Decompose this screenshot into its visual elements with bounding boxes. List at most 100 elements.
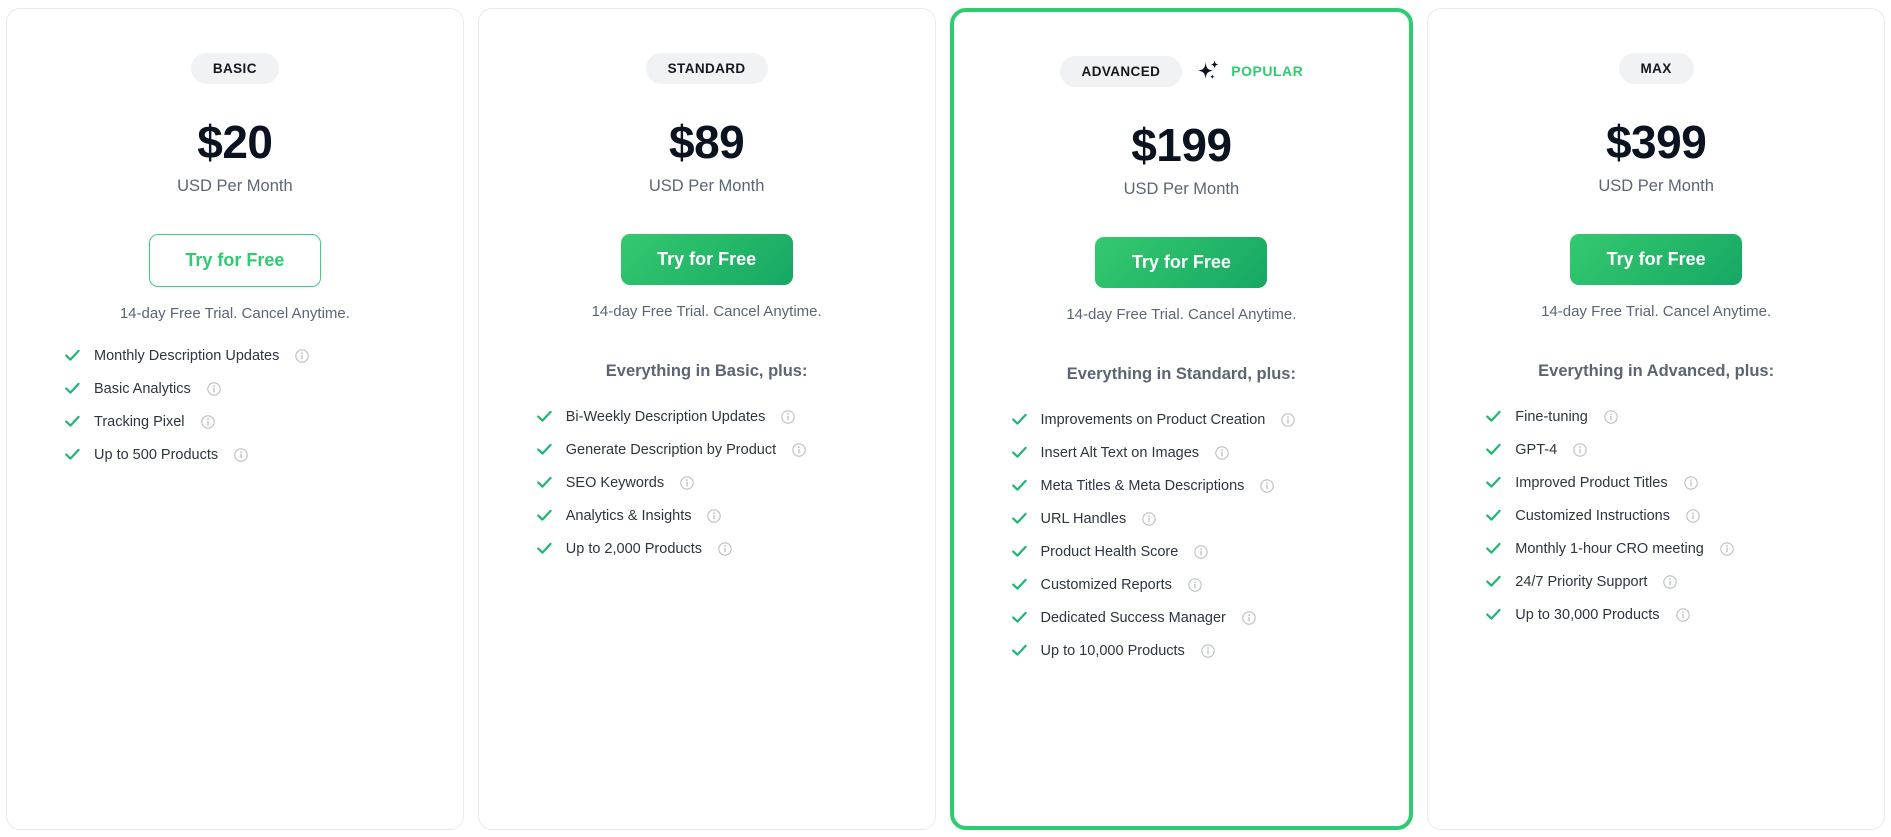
- info-icon[interactable]: [1675, 607, 1690, 622]
- feature-label: Up to 30,000 Products: [1515, 606, 1660, 623]
- feature-label: Up to 500 Products: [94, 446, 219, 463]
- feature-item: Customized Reports: [1010, 575, 1384, 594]
- info-icon[interactable]: [206, 381, 221, 396]
- check-icon: [1011, 545, 1027, 557]
- info-icon[interactable]: [781, 409, 796, 424]
- feature-item: Insert Alt Text on Images: [1010, 443, 1384, 462]
- tier-badge: BASIC: [190, 52, 279, 84]
- check-icon: [1486, 608, 1501, 620]
- feature-label: URL Handles: [1040, 510, 1127, 527]
- feature-label: SEO Keywords: [565, 474, 665, 491]
- feature-item: Customized Instructions: [1484, 506, 1858, 525]
- check-icon: [536, 542, 552, 554]
- check-icon: [1486, 410, 1501, 422]
- info-icon[interactable]: [1142, 511, 1156, 526]
- feature-item: Improved Product Titles: [1484, 473, 1858, 492]
- info-icon[interactable]: [234, 447, 248, 462]
- plan-price: $89: [669, 116, 745, 168]
- feature-label: Improved Product Titles: [1515, 474, 1668, 491]
- feature-label: Basic Analytics: [94, 380, 191, 397]
- info-icon[interactable]: [792, 442, 806, 457]
- info-icon[interactable]: [1663, 574, 1678, 589]
- feature-item: Up to 10,000 Products: [1010, 641, 1384, 660]
- check-icon: [1486, 542, 1501, 554]
- info-icon[interactable]: [1201, 643, 1215, 658]
- check-icon: [536, 443, 552, 455]
- feature-item: 24/7 Priority Support: [1484, 572, 1858, 591]
- try-for-free-button[interactable]: Try for Free: [1095, 237, 1268, 288]
- plan-card-standard: STANDARD $89 USD Per Month Try for Free 14-d…: [477, 8, 936, 830]
- plan-card-max: MAX $399 USD Per Month Try for Free 14-day F…: [1427, 8, 1885, 830]
- tier-badge: ADVANCED: [1059, 55, 1183, 87]
- feature-item: Basic Analytics: [63, 379, 437, 398]
- check-icon: [65, 382, 80, 394]
- info-icon[interactable]: [1260, 478, 1275, 493]
- plan-badge-row: BASIC: [33, 51, 437, 85]
- feature-item: Tracking Pixel: [63, 412, 437, 431]
- info-icon[interactable]: [1242, 610, 1256, 625]
- feature-item: GPT-4: [1484, 440, 1858, 459]
- check-icon: [1486, 575, 1501, 587]
- check-icon: [65, 349, 80, 361]
- feature-list: Improvements on Product Creation Insert A…: [980, 410, 1384, 660]
- feature-label: Meta Titles & Meta Descriptions: [1040, 477, 1245, 494]
- trial-note: 14-day Free Trial. Cancel Anytime.: [119, 305, 350, 322]
- info-icon[interactable]: [1188, 577, 1202, 592]
- info-icon[interactable]: [1573, 442, 1587, 457]
- plan-price-period: USD Per Month: [648, 177, 765, 195]
- feature-list: Fine-tuning GPT-4 Improved Product Titles C…: [1454, 407, 1858, 624]
- check-icon: [536, 509, 552, 521]
- try-for-free-button[interactable]: Try for Free: [620, 234, 793, 285]
- info-icon[interactable]: [1686, 508, 1700, 523]
- feature-item: SEO Keywords: [535, 473, 909, 492]
- trial-note: 14-day Free Trial. Cancel Anytime.: [1541, 303, 1772, 320]
- info-icon[interactable]: [718, 541, 732, 556]
- plan-card-advanced: ADVANCED POPULAR $199 USD Per Month Try for …: [949, 8, 1414, 830]
- tier-badge: STANDARD: [645, 52, 768, 84]
- feature-item: URL Handles: [1010, 509, 1384, 528]
- feature-item: Monthly Description Updates: [63, 346, 437, 365]
- feature-item: Analytics & Insights: [535, 506, 909, 525]
- everything-in-previous-line: Everything in Advanced, plus:: [1538, 362, 1775, 380]
- check-icon: [65, 448, 80, 460]
- feature-item: Fine-tuning: [1484, 407, 1858, 426]
- plan-price-period: USD Per Month: [177, 177, 293, 195]
- feature-label: Customized Reports: [1040, 576, 1172, 593]
- feature-label: Dedicated Success Manager: [1040, 609, 1226, 626]
- plan-price: $199: [1131, 119, 1232, 171]
- everything-in-previous-line: Everything in Standard, plus:: [1066, 365, 1296, 383]
- check-icon: [536, 410, 552, 422]
- info-icon[interactable]: [1604, 409, 1618, 424]
- feature-item: Product Health Score: [1010, 542, 1384, 561]
- feature-label: Improvements on Product Creation: [1040, 411, 1266, 428]
- try-for-free-button[interactable]: Try for Free: [1570, 234, 1743, 285]
- info-icon[interactable]: [1194, 544, 1209, 559]
- info-icon[interactable]: [295, 348, 310, 363]
- feature-label: Monthly 1-hour CRO meeting: [1515, 540, 1704, 557]
- info-icon[interactable]: [200, 414, 215, 429]
- feature-label: Customized Instructions: [1515, 507, 1670, 524]
- try-for-free-button[interactable]: Try for Free: [148, 234, 321, 287]
- plan-price: $399: [1605, 116, 1707, 168]
- plan-price-period: USD Per Month: [1123, 180, 1240, 198]
- check-icon: [1486, 476, 1501, 488]
- info-icon[interactable]: [707, 508, 722, 523]
- feature-label: Generate Description by Product: [565, 441, 777, 458]
- pricing-plans-grid: BASIC $20 USD Per Month Try for Free 14-day …: [0, 0, 1891, 837]
- feature-list: Monthly Description Updates Basic Analyti…: [33, 346, 437, 464]
- feature-label: Up to 10,000 Products: [1040, 642, 1185, 659]
- everything-in-previous-line: Everything in Basic, plus:: [605, 362, 808, 380]
- check-icon: [1011, 578, 1027, 590]
- feature-item: Bi-Weekly Description Updates: [535, 407, 909, 426]
- feature-item: Meta Titles & Meta Descriptions: [1010, 476, 1384, 495]
- info-icon[interactable]: [1215, 445, 1229, 460]
- info-icon[interactable]: [680, 475, 694, 490]
- check-icon: [1011, 512, 1027, 524]
- info-icon[interactable]: [1281, 412, 1296, 427]
- plan-card-basic: BASIC $20 USD Per Month Try for Free 14-day …: [6, 8, 464, 830]
- info-icon[interactable]: [1720, 541, 1734, 556]
- check-icon: [1011, 644, 1027, 656]
- info-icon[interactable]: [1683, 475, 1698, 490]
- plan-badge-row: MAX: [1454, 51, 1858, 85]
- plan-badge-row: STANDARD: [505, 51, 909, 85]
